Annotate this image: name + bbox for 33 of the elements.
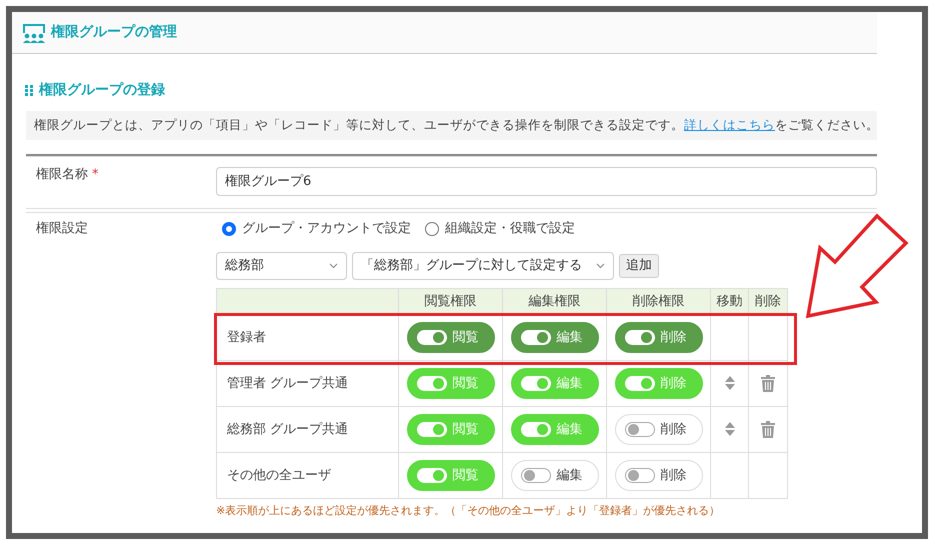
- section-title: 権限グループの登録: [39, 81, 165, 100]
- permission-toggle[interactable]: 編集: [510, 460, 598, 491]
- caret-icon: [329, 263, 338, 269]
- add-button[interactable]: 追加: [619, 254, 659, 278]
- row-name: 管理者 グループ共通: [227, 376, 348, 391]
- column-header: 削除権限: [606, 288, 710, 314]
- field-label: 権限名称: [36, 166, 88, 182]
- page-title: 権限グループの管理: [51, 23, 177, 42]
- column-header: 削除: [748, 288, 788, 314]
- row-name: 総務部 グループ共通: [227, 422, 348, 437]
- target-select[interactable]: 「総務部」グループに対して設定する: [352, 252, 614, 280]
- caret-icon: [596, 263, 605, 269]
- row-name: その他の全ユーザ: [227, 468, 331, 483]
- required-mark: *: [92, 166, 98, 182]
- permission-toggle[interactable]: 削除: [614, 460, 702, 491]
- trash-icon[interactable]: [761, 374, 775, 392]
- radio-option[interactable]: グループ・アカウントで設定: [222, 218, 411, 238]
- group-icon: [22, 22, 46, 42]
- radio-option[interactable]: 組織設定・役職で設定: [425, 218, 575, 238]
- field-label: 権限設定: [36, 220, 88, 236]
- column-header: 編集権限: [502, 288, 606, 314]
- note-text: ※表示順が上にあるほど設定が優先されます。（「その他の全ユーザ」より「登録者」が優先される）: [216, 503, 722, 519]
- group-select[interactable]: 総務部: [216, 252, 347, 280]
- trash-icon[interactable]: [761, 420, 775, 438]
- grip-icon: [25, 85, 34, 96]
- name-field[interactable]: 権限グループ6: [216, 166, 877, 196]
- permission-toggle[interactable]: 削除: [614, 414, 702, 445]
- sort-icon[interactable]: [724, 422, 734, 436]
- column-header: 移動: [710, 288, 748, 314]
- sort-icon[interactable]: [724, 376, 734, 390]
- description: 権限グループとは、アプリの「項目」や「レコード」等に対して、ユーザができる操作を制限できる設定です。詳しくはこちら をご覧ください。: [26, 111, 877, 140]
- column-header: 閲覧権限: [398, 288, 502, 314]
- row-name: 登録者: [227, 330, 266, 345]
